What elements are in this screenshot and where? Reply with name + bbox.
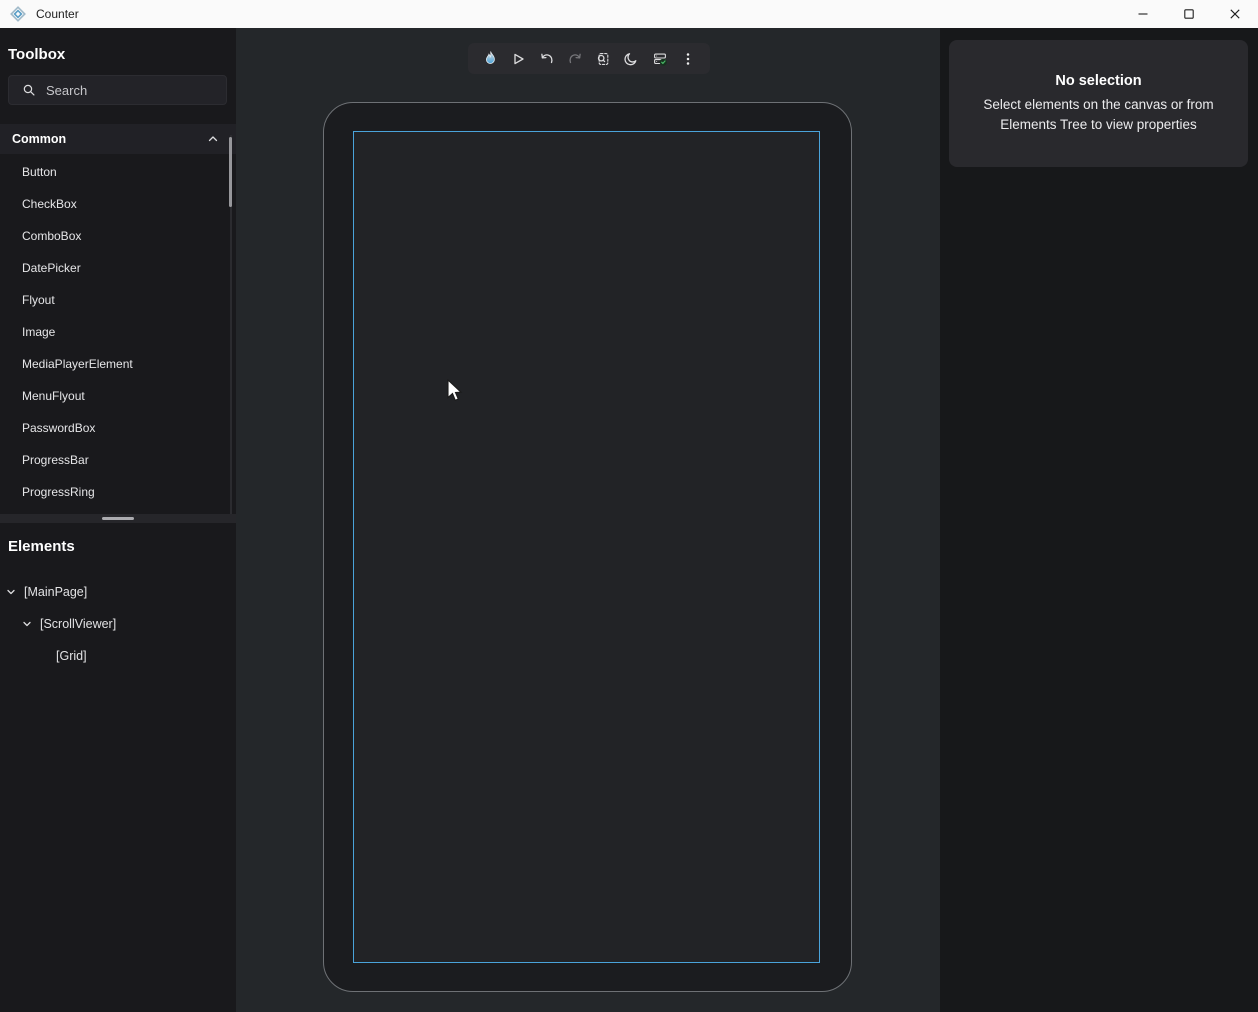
design-canvas[interactable] (236, 28, 940, 1012)
app-logo-icon (10, 6, 26, 22)
more-options-button[interactable] (679, 50, 697, 68)
zoom-fit-button[interactable] (594, 50, 612, 68)
no-selection-message: Select elements on the canvas or from El… (970, 95, 1228, 135)
panel-splitter[interactable] (0, 514, 236, 523)
maximize-icon (1182, 7, 1196, 21)
play-button[interactable] (509, 50, 527, 68)
toolbox-section-common[interactable]: Common (0, 124, 236, 154)
search-input[interactable] (46, 83, 206, 98)
toolbox-item-checkbox[interactable]: CheckBox (0, 188, 229, 220)
toolbox-item-menuflyout[interactable]: MenuFlyout (0, 380, 229, 412)
theme-toggle-button[interactable] (622, 50, 640, 68)
canvas-toolbar (468, 43, 710, 74)
tree-item-label: [MainPage] (24, 585, 87, 599)
toolbox-item-image[interactable]: Image (0, 316, 229, 348)
section-label: Common (12, 132, 66, 146)
left-panel: Toolbox Common Button CheckBox ComboBox … (0, 28, 236, 1012)
toolbox-item-datepicker[interactable]: DatePicker (0, 252, 229, 284)
toolbox-scrollbar-thumb[interactable] (229, 137, 232, 207)
elements-tree: [MainPage] [ScrollViewer] [Grid] (0, 576, 236, 672)
no-selection-title: No selection (949, 73, 1248, 89)
redo-button[interactable] (566, 50, 584, 68)
window-title: Counter (36, 7, 79, 21)
toolbox-item-progressbar[interactable]: ProgressBar (0, 444, 229, 476)
toolbox-item-progressring[interactable]: ProgressRing (0, 476, 229, 508)
maximize-button[interactable] (1166, 0, 1212, 28)
undo-icon (539, 51, 555, 67)
toolbox-item-mediaplayerelement[interactable]: MediaPlayerElement (0, 348, 229, 380)
chevron-up-icon (207, 133, 219, 145)
undo-button[interactable] (538, 50, 556, 68)
toolbox-title: Toolbox (8, 46, 65, 63)
connected-status-button[interactable] (651, 50, 669, 68)
chevron-down-icon[interactable] (22, 619, 32, 629)
toolbox-item-passwordbox[interactable]: PasswordBox (0, 412, 229, 444)
tree-item-label: [ScrollViewer] (40, 617, 116, 631)
splitter-grip-icon (102, 517, 134, 520)
close-icon (1228, 7, 1242, 21)
minimize-icon (1136, 7, 1150, 21)
close-button[interactable] (1212, 0, 1258, 28)
search-box[interactable] (8, 75, 227, 105)
tree-item-label: [Grid] (56, 649, 87, 663)
hot-reload-flame-icon (482, 50, 499, 67)
toolbox-item-combobox[interactable]: ComboBox (0, 220, 229, 252)
more-vertical-icon (680, 51, 696, 67)
properties-panel: No selection Select elements on the canv… (940, 28, 1258, 1012)
theme-moon-icon (623, 51, 639, 67)
toolbox-item-list: Button CheckBox ComboBox DatePicker Flyo… (0, 156, 229, 508)
device-frame (323, 102, 852, 992)
elements-title: Elements (8, 538, 75, 555)
connected-status-icon (652, 51, 668, 67)
page-root-grid[interactable] (353, 131, 820, 963)
zoom-fit-icon (595, 51, 611, 67)
toolbox-item-button[interactable]: Button (0, 156, 229, 188)
no-selection-card: No selection Select elements on the canv… (949, 40, 1248, 167)
redo-icon (567, 51, 583, 67)
tree-item-mainpage[interactable]: [MainPage] (0, 576, 236, 608)
play-icon (510, 51, 526, 67)
tree-item-grid[interactable]: [Grid] (0, 640, 236, 672)
chevron-down-icon[interactable] (6, 587, 16, 597)
titlebar: Counter (0, 0, 1258, 28)
tree-item-scrollviewer[interactable]: [ScrollViewer] (0, 608, 236, 640)
minimize-button[interactable] (1120, 0, 1166, 28)
hot-reload-button[interactable] (481, 50, 499, 68)
search-icon (22, 83, 36, 97)
toolbox-item-flyout[interactable]: Flyout (0, 284, 229, 316)
